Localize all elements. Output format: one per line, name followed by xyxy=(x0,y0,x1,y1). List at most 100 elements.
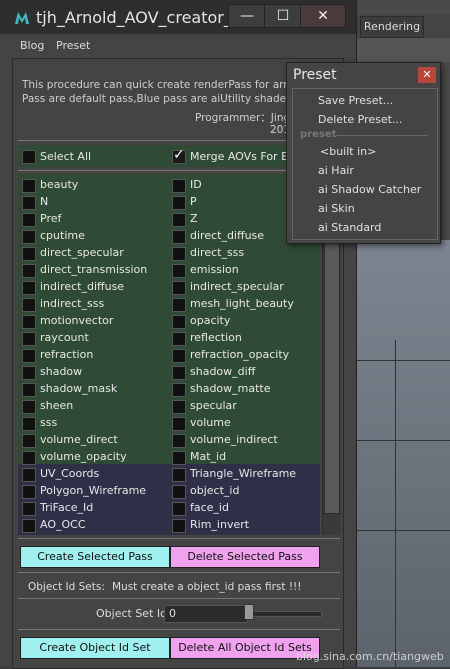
pass-checkbox[interactable] xyxy=(172,179,186,193)
pass-label: Rim_invert xyxy=(190,518,250,531)
minimize-button[interactable]: — xyxy=(228,4,266,28)
preset-item-ai-hair[interactable]: ai Hair xyxy=(318,164,354,177)
pass-label: motionvector xyxy=(40,314,114,327)
create-object-id-set-button[interactable]: Create Object Id Set xyxy=(20,637,170,659)
divider xyxy=(18,598,340,599)
pass-checkbox[interactable] xyxy=(22,179,36,193)
pass-checkbox[interactable] xyxy=(172,519,186,533)
pass-checkbox[interactable] xyxy=(172,247,186,261)
pass-checkbox[interactable] xyxy=(172,383,186,397)
menu-bar: Blog Preset xyxy=(12,36,352,58)
pass-checkbox[interactable] xyxy=(22,502,36,516)
pass-checkbox[interactable] xyxy=(22,451,36,465)
pass-checkbox[interactable] xyxy=(172,281,186,295)
pass-checkbox[interactable] xyxy=(172,451,186,465)
pass-checkbox[interactable] xyxy=(22,349,36,363)
pass-label: shadow_matte xyxy=(190,382,271,395)
pass-label: face_id xyxy=(190,501,229,514)
background-shelf xyxy=(355,38,450,62)
save-preset-item[interactable]: Save Preset... xyxy=(318,94,393,107)
pass-checkbox[interactable] xyxy=(172,468,186,482)
pass-checkbox[interactable] xyxy=(172,213,186,227)
pass-checkbox[interactable] xyxy=(172,264,186,278)
pass-label: indirect_sss xyxy=(40,297,105,310)
object-set-id-label: Object Set Id xyxy=(96,607,168,620)
merge-aovs-checkbox[interactable] xyxy=(172,147,186,164)
pass-checkbox[interactable] xyxy=(172,349,186,363)
pass-label: volume xyxy=(190,416,231,429)
maya-logo-icon xyxy=(15,12,29,24)
preset-item-ai-standard[interactable]: ai Standard xyxy=(318,221,381,234)
object-set-id-slider[interactable] xyxy=(248,611,322,617)
divider xyxy=(18,629,340,630)
pass-label: shadow_mask xyxy=(40,382,118,395)
pass-label: opacity xyxy=(190,314,231,327)
pass-label: reflection xyxy=(190,331,242,344)
select-all-checkbox[interactable] xyxy=(22,150,36,164)
pass-checkbox[interactable] xyxy=(172,485,186,499)
pass-checkbox[interactable] xyxy=(22,400,36,414)
slider-handle[interactable] xyxy=(244,604,254,620)
pass-label: Z xyxy=(190,212,198,225)
pass-checkbox[interactable] xyxy=(172,315,186,329)
pass-checkbox[interactable] xyxy=(22,468,36,482)
preset-separator xyxy=(336,135,428,136)
pass-checkbox[interactable] xyxy=(172,502,186,516)
pass-label: refraction_opacity xyxy=(190,348,290,361)
menu-preset[interactable]: Preset xyxy=(56,39,90,52)
pass-checkbox[interactable] xyxy=(22,366,36,380)
pass-checkbox[interactable] xyxy=(172,366,186,380)
pass-label: ID xyxy=(190,178,202,191)
object-id-warning: Must create a object_id pass first !!! xyxy=(112,581,302,593)
pass-label: UV_Coords xyxy=(40,467,100,480)
create-selected-pass-button[interactable]: Create Selected Pass xyxy=(20,546,170,568)
pass-checkbox[interactable] xyxy=(22,281,36,295)
pass-label: TriFace_Id xyxy=(40,501,94,514)
object-set-id-field[interactable]: 0 xyxy=(164,605,248,623)
pass-label: volume_direct xyxy=(40,433,118,446)
pass-label: Mat_id xyxy=(190,450,227,463)
divider xyxy=(18,538,340,539)
pass-checkbox[interactable] xyxy=(22,434,36,448)
background-viewport xyxy=(355,240,450,667)
pass-checkbox[interactable] xyxy=(22,315,36,329)
pass-checkbox[interactable] xyxy=(22,383,36,397)
pass-checkbox[interactable] xyxy=(172,298,186,312)
delete-selected-pass-button[interactable]: Delete Selected Pass xyxy=(170,546,320,568)
pass-checkbox[interactable] xyxy=(22,213,36,227)
pass-checkbox[interactable] xyxy=(22,247,36,261)
preset-item-built-in[interactable]: <built in> xyxy=(320,145,376,158)
close-button[interactable]: ✕ xyxy=(300,4,346,28)
pass-checkbox[interactable] xyxy=(172,230,186,244)
preset-item-ai-skin[interactable]: ai Skin xyxy=(318,202,355,215)
pass-checkbox[interactable] xyxy=(172,400,186,414)
pass-checkbox[interactable] xyxy=(22,264,36,278)
pass-checkbox[interactable] xyxy=(172,434,186,448)
divider xyxy=(18,572,340,573)
preset-close-button[interactable]: ✕ xyxy=(417,66,437,84)
maximize-button[interactable]: ☐ xyxy=(264,4,302,28)
pass-label: emission xyxy=(190,263,239,276)
pass-label: mesh_light_beauty xyxy=(190,297,294,310)
pass-checkbox[interactable] xyxy=(172,332,186,346)
pass-checkbox[interactable] xyxy=(22,485,36,499)
pass-checkbox[interactable] xyxy=(172,417,186,431)
window-title: tjh_Arnold_AOV_creator_w... xyxy=(36,8,259,27)
pass-checkbox[interactable] xyxy=(22,332,36,346)
pass-label: P xyxy=(190,195,197,208)
menu-blog[interactable]: Blog xyxy=(20,39,44,52)
pass-label: N xyxy=(40,195,49,208)
preset-item-ai-shadow-catcher[interactable]: ai Shadow Catcher xyxy=(318,183,421,196)
pass-checkbox[interactable] xyxy=(22,417,36,431)
delete-preset-item[interactable]: Delete Preset... xyxy=(318,113,402,126)
pass-checkbox[interactable] xyxy=(22,196,36,210)
pass-checkbox[interactable] xyxy=(22,230,36,244)
pass-checkbox[interactable] xyxy=(22,519,36,533)
pass-label: sss xyxy=(40,416,58,429)
pass-label: beauty xyxy=(40,178,79,191)
preset-popup-title: Preset xyxy=(293,67,337,83)
tab-rendering[interactable]: Rendering xyxy=(360,16,424,38)
pass-checkbox[interactable] xyxy=(172,196,186,210)
preset-section-header: preset xyxy=(300,129,337,140)
pass-checkbox[interactable] xyxy=(22,298,36,312)
